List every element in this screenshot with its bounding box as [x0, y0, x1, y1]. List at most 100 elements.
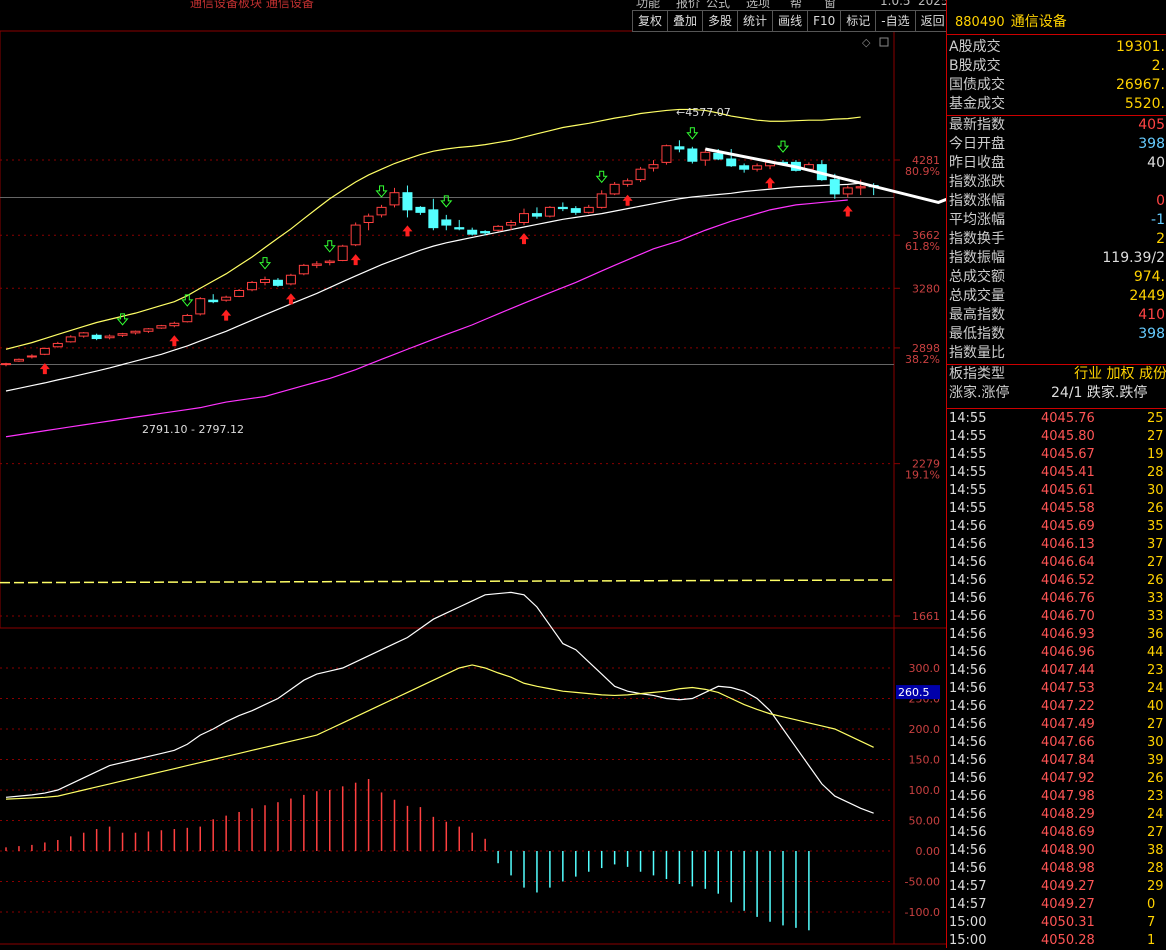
toolbar-button-0[interactable]: 复权 [632, 10, 669, 32]
tick-time: 14:56 [949, 717, 987, 732]
toolbar-button-6[interactable]: 标记 [841, 10, 877, 32]
quote-label: 总成交额 [949, 269, 1005, 285]
tick-row[interactable]: 14:56 4046.52 26 [947, 572, 1166, 590]
tick-row[interactable]: 14:56 4047.92 26 [947, 770, 1166, 788]
candle-body [596, 193, 607, 208]
macd-tick-label: -100.0 [905, 906, 940, 919]
tick-row[interactable]: 14:56 4045.69 35 [947, 518, 1166, 536]
tick-row[interactable]: 14:56 4047.66 30 [947, 734, 1166, 752]
tick-volume: 40 [1147, 699, 1164, 714]
tick-row[interactable]: 14:56 4046.13 37 [947, 536, 1166, 554]
tick-row[interactable]: 14:57 4049.27 0 [947, 896, 1166, 914]
tick-volume: 36 [1147, 627, 1164, 642]
candlestick-chart[interactable]: 428180.9%366261.8%3280289838.2%227919.1%… [0, 0, 946, 948]
candle-body [687, 148, 698, 162]
macd-tick-label: 150.0 [909, 754, 941, 767]
toolbar-button-1[interactable]: 叠加 [668, 10, 704, 32]
tick-volume: 26 [1147, 501, 1164, 516]
tick-time: 14:56 [949, 537, 987, 552]
tick-volume: 27 [1147, 429, 1164, 444]
candle-body [493, 225, 504, 231]
tick-volume: 35 [1147, 519, 1164, 534]
candle-body [1, 363, 11, 366]
tick-row[interactable]: 14:56 4048.98 28 [947, 860, 1166, 878]
tick-row[interactable]: 14:56 4046.70 33 [947, 608, 1166, 626]
tick-volume: 30 [1147, 735, 1164, 750]
tick-row[interactable]: 14:55 4045.67 19 [947, 446, 1166, 464]
tick-row[interactable]: 14:55 4045.61 30 [947, 482, 1166, 500]
toolbar-button-3[interactable]: 统计 [738, 10, 774, 32]
tick-volume: 27 [1147, 555, 1164, 570]
tick-row[interactable]: 14:56 4047.22 40 [947, 698, 1166, 716]
tick-row[interactable]: 14:56 4047.44 23 [947, 662, 1166, 680]
tick-row[interactable]: 14:56 4046.64 27 [947, 554, 1166, 572]
tick-row[interactable]: 14:56 4048.29 24 [947, 806, 1166, 824]
quote-label: 指数量比 [949, 345, 1005, 361]
tick-row[interactable]: 14:57 4049.27 29 [947, 878, 1166, 896]
tick-row[interactable]: 14:55 4045.41 28 [947, 464, 1166, 482]
tick-time: 14:56 [949, 591, 987, 606]
candle-body [13, 358, 24, 362]
diamond-icon[interactable]: ◇ [862, 36, 871, 49]
quote-row: B股成交 2. [947, 57, 1166, 76]
tick-row[interactable]: 14:55 4045.80 27 [947, 428, 1166, 446]
candle-body [376, 206, 387, 216]
tick-price: 4046.96 [1041, 645, 1095, 660]
tick-row[interactable]: 14:55 4045.58 26 [947, 500, 1166, 518]
toolbar-button-2[interactable]: 多股 [703, 10, 739, 32]
panel-header: 880490 通信设备 [947, 10, 1166, 35]
tick-row[interactable]: 14:56 4047.98 23 [947, 788, 1166, 806]
tick-volume: 39 [1147, 753, 1164, 768]
quote-row: 板指类型 行业 加权 成份 [947, 365, 1166, 384]
toolbar-button-5[interactable]: F10 [808, 10, 842, 32]
price-tick-label: 3280 [912, 282, 940, 295]
macd-tick-label: 300.0 [909, 662, 941, 675]
tick-price: 4045.76 [1041, 411, 1095, 426]
quote-row: 最新指数 405 [947, 116, 1166, 135]
tick-time: 14:56 [949, 753, 987, 768]
candle-body [506, 222, 517, 226]
toolbar-button-7[interactable]: -自选 [876, 10, 916, 32]
chart-toolbar: 复权 叠加 多股 统计 画线 F10 标记 -自选 返回 [632, 10, 951, 32]
tick-time: 14:55 [949, 411, 987, 426]
candle-body [700, 151, 711, 161]
tick-price: 4046.52 [1041, 573, 1095, 588]
macd-tick-label: 100.0 [909, 784, 941, 797]
candle-body [531, 213, 542, 217]
tick-row[interactable]: 15:00 4050.31 7 [947, 914, 1166, 932]
quote-value: 2 [1156, 231, 1165, 247]
tick-row[interactable]: 14:56 4048.90 38 [947, 842, 1166, 860]
tick-row[interactable]: 15:00 4050.28 1 [947, 932, 1166, 950]
tick-price: 4048.69 [1041, 825, 1095, 840]
tick-price: 4045.58 [1041, 501, 1095, 516]
tick-row[interactable]: 14:56 4047.53 24 [947, 680, 1166, 698]
tick-row[interactable]: 14:56 4046.96 44 [947, 644, 1166, 662]
candle-body [583, 206, 594, 213]
candle-body [143, 328, 154, 332]
tick-row[interactable]: 14:56 4047.84 39 [947, 752, 1166, 770]
sell-signal-arrow [686, 127, 699, 140]
tick-row[interactable]: 14:55 4045.76 25 [947, 410, 1166, 428]
candle-body [674, 146, 685, 150]
window-icon[interactable] [879, 37, 889, 47]
tick-row[interactable]: 14:56 4048.69 27 [947, 824, 1166, 842]
tick-price: 4047.84 [1041, 753, 1095, 768]
tick-price: 4046.93 [1041, 627, 1095, 642]
tick-volume: 24 [1147, 807, 1164, 822]
tick-row[interactable]: 14:56 4047.49 27 [947, 716, 1166, 734]
tick-time: 14:56 [949, 843, 987, 858]
candle-body [752, 165, 763, 170]
tick-time: 14:56 [949, 627, 987, 642]
tick-price: 4047.92 [1041, 771, 1095, 786]
quote-row: 指数振幅 119.39/2 [947, 249, 1166, 268]
tick-row[interactable]: 14:56 4046.93 36 [947, 626, 1166, 644]
toolbar-button-4[interactable]: 画线 [773, 10, 809, 32]
quote-label: 国债成交 [949, 77, 1005, 93]
tick-price: 4047.98 [1041, 789, 1095, 804]
candle-body [130, 330, 141, 334]
candle-body [350, 224, 361, 246]
tick-volume: 25 [1147, 411, 1164, 426]
tick-row[interactable]: 14:56 4046.76 33 [947, 590, 1166, 608]
macd-current-value: 260.5 [898, 686, 930, 699]
quote-label: 板指类型 [949, 366, 1005, 382]
